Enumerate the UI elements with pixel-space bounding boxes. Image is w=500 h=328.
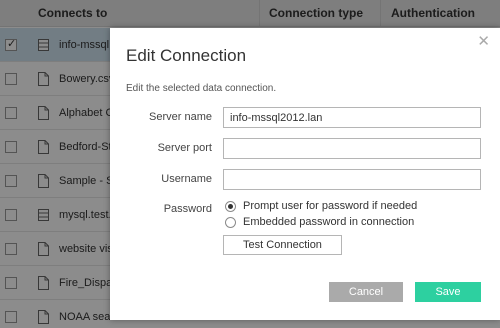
test-connection-button[interactable]: Test Connection (223, 235, 342, 255)
edit-connection-dialog: Edit Connection ✕ Edit the selected data… (110, 28, 500, 320)
radio-unselected[interactable] (225, 216, 236, 228)
server-name-label: Server name (149, 111, 212, 123)
password-label: Password (163, 203, 212, 215)
save-button[interactable]: Save (415, 282, 481, 302)
server-port-label: Server port (157, 142, 212, 154)
radio-label: Prompt user for password if needed (243, 200, 418, 212)
password-option-prompt[interactable]: Prompt user for password if needed (225, 200, 417, 212)
password-option-embedded[interactable]: Embedded password in connection (225, 216, 414, 228)
dialog-subtitle: Edit the selected data connection. (126, 83, 277, 94)
dialog-title: Edit Connection (126, 46, 247, 65)
username-label: Username (161, 173, 212, 185)
server-name-input[interactable] (223, 107, 481, 128)
cancel-button[interactable]: Cancel (329, 282, 403, 302)
close-icon[interactable]: ✕ (477, 32, 490, 50)
username-input[interactable] (223, 169, 481, 190)
server-port-input[interactable] (223, 138, 481, 159)
radio-selected[interactable] (225, 200, 236, 212)
radio-label: Embedded password in connection (243, 216, 415, 228)
